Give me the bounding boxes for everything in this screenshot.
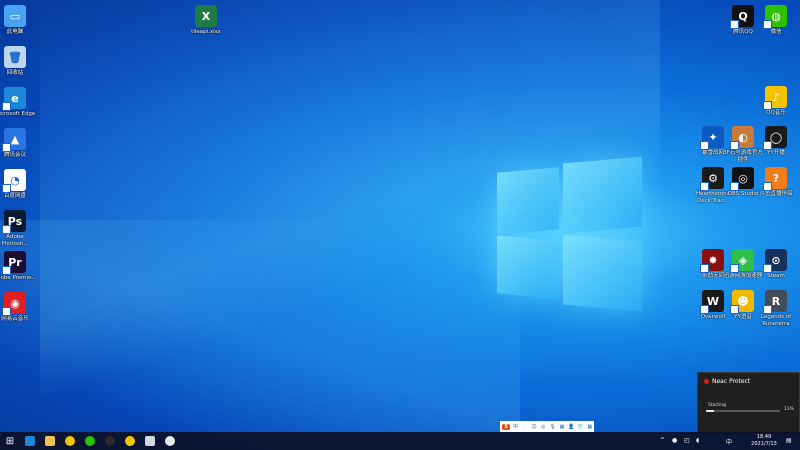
desktop-icon[interactable]: ♪ QQ音乐 [754,86,798,117]
light-beam-lower [0,220,520,450]
taskbar-yy-button[interactable] [123,434,137,448]
app-icon: 🗑 [4,46,26,68]
ime-tool-0-sogou-icon[interactable]: S [502,423,511,430]
start-icon: ⊞ [5,435,15,447]
desktop-icon[interactable]: ? 斗鱼直播伴侣 [754,167,798,198]
taskbar-qq-music-button[interactable] [63,434,77,448]
ime-tool-3-icon[interactable]: ☺ [530,424,538,430]
ime-tool-1-icon[interactable]: 中 [511,423,519,430]
tray-ime-indicator[interactable]: 中 [726,437,732,446]
app-icon: ◐ [730,126,754,150]
files-icon [145,436,155,446]
ime-tool-4-icon[interactable]: ◎ [539,424,547,430]
taskbar-disk-button[interactable] [163,434,177,448]
desktop-icon[interactable]: eMicrosoft Edge [0,87,37,118]
app-icon: e [2,87,26,111]
desktop-icon-label: 此电脑 [6,29,24,35]
app-icon: ◎ [730,167,754,191]
action-center-icon[interactable]: ▤ [786,437,792,444]
desktop-icon[interactable]: ⊙ Steam [754,249,798,280]
desktop-icon-label: QQ音乐 [766,110,786,116]
desktop-icon[interactable]: ◍ 微信 [754,5,798,36]
app-icon: ? [763,167,787,191]
desktop-icon-label: 百度网盘 [3,193,26,199]
sogou-ime-toolbar[interactable]: S 中 · ☺ ◎ 🎙 ▦ 👤 👕 ▦ [500,421,594,432]
disk-icon [165,436,175,446]
desktop-icon[interactable]: Xtileapi.xlsx [184,5,228,36]
desktop-icon-label: 微信 [770,29,782,35]
app-icon: ▲ [2,128,26,152]
notification-percent: 11% [784,407,795,412]
app-icon: ♪ [763,86,787,110]
tray-network-icon[interactable]: ◰ [684,437,690,444]
app-icon: Q [730,5,754,29]
ime-tool-8-icon[interactable]: 👕 [576,424,584,430]
desktop-icon[interactable]: PrAdobe Premie... [0,251,37,282]
desktop-icon-label: Adobe Premie... [0,275,37,281]
app-icon: ▭ [4,5,26,27]
ime-tool-5-icon[interactable]: 🎙 [548,424,556,430]
tray-app-icon[interactable]: ● [672,437,677,444]
desktop-icon-label: Steam [767,273,785,279]
taskbar-obs-button[interactable] [103,434,117,448]
taskbar-clock[interactable]: 18:49 2021/7/13 [748,434,780,448]
desktop-icon[interactable]: ◔ 百度网盘 [0,169,37,200]
desktop-icon[interactable]: ▭ 此电脑 [0,5,37,36]
notification-progress-fill [706,410,715,412]
desktop-icon[interactable]: Ps Adobe Photosh... [0,210,37,247]
taskbar: ⊞ ^ ● ◰ ◖ 中 18:49 2021/7/13 ▤ [0,432,800,450]
file-explorer-icon [45,436,55,446]
app-icon: ☻ [730,290,754,314]
desktop-icon-label: Legends of Runeterra [760,314,792,327]
yy-icon [125,436,135,446]
clock-time: 18:49 [756,434,772,440]
desktop-icon-label: 腾讯会议 [3,152,26,158]
desktop-icon[interactable]: ◯ YY开播 [754,126,798,157]
desktop-icon-label: Microsoft Edge [0,111,36,117]
desktop-icon[interactable]: 🗑 回收站 [0,46,37,77]
desktop-icon-label: tileapi.xlsx [191,29,221,35]
obs-icon [105,436,115,446]
notification-progress-bar [706,410,780,412]
taskbar-wechat-button[interactable] [83,434,97,448]
desktop-icon-label: 回收站 [6,70,24,76]
desktop-icon[interactable]: ▲ 腾讯会议 [0,128,37,159]
desktop-icon[interactable]: ◉ 网易云音乐 [0,292,37,323]
edge-icon [25,436,35,446]
app-icon: ⊙ [763,249,787,273]
taskbar-files-button[interactable] [143,434,157,448]
tray-chevron-icon[interactable]: ^ [660,437,665,444]
desktop-icon-label: Adobe Photosh... [1,234,29,247]
clock-date: 2021/7/13 [751,441,777,447]
app-icon: ◯ [763,126,787,150]
desktop-icon-label: 斗鱼直播伴侣 [759,191,793,197]
taskbar-file-explorer-button[interactable] [43,434,57,448]
notification-status: Starting [708,403,726,408]
desktop-icon-label: 网易云音乐 [1,316,29,322]
ime-tool-6-icon[interactable]: ▦ [558,424,566,430]
qq-music-icon [65,436,75,446]
notification-title: Neac Protect [712,378,751,385]
app-icon: R [763,290,787,314]
desktop-icon[interactable]: R Legends of Runeterra [754,290,798,327]
tray-volume-icon[interactable]: ◖ [696,437,699,444]
windows-logo-wallpaper [497,156,642,312]
app-icon: ◍ [763,5,787,29]
ime-tool-7-icon[interactable]: 👤 [567,424,575,430]
app-icon: Pr [2,251,26,275]
app-icon: ◈ [730,249,754,273]
app-icon: Ps [2,210,26,234]
app-icon: ◔ [2,169,26,193]
neac-protect-icon [704,379,709,384]
ime-tool-9-icon[interactable]: ▦ [586,424,594,430]
taskbar-start-button[interactable]: ⊞ [3,434,17,448]
desktop-icon-label: YY开播 [767,150,785,156]
ime-tool-2-icon[interactable]: · [521,424,529,430]
wechat-icon [85,436,95,446]
neac-protect-notification[interactable]: Neac Protect Starting 11% [697,372,800,434]
app-icon: X [195,5,217,27]
app-icon: ◉ [2,292,26,316]
taskbar-edge-button[interactable] [23,434,37,448]
